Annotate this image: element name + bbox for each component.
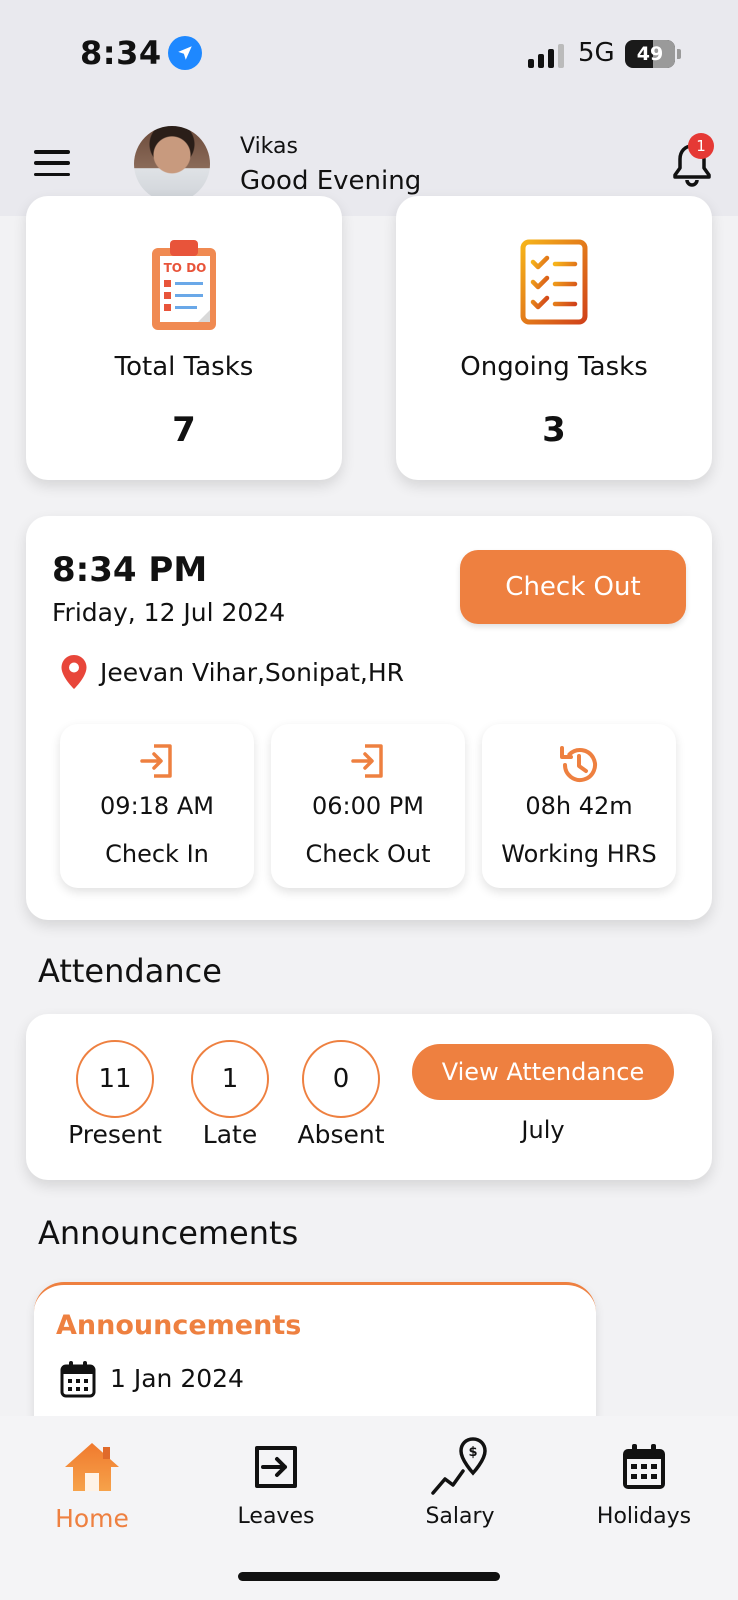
avatar[interactable] (134, 126, 210, 202)
attendance-month: July (521, 1116, 565, 1144)
announcements-section-title: Announcements (38, 1214, 299, 1252)
user-name: Vikas (240, 134, 298, 159)
check-in-stat: 09:18 AM Check In (60, 724, 254, 888)
battery-level: 49 (636, 43, 664, 65)
check-in-label: Check In (105, 840, 209, 868)
salary-icon: $ (431, 1437, 487, 1495)
calendar-icon (60, 1361, 96, 1398)
login-icon (140, 744, 172, 778)
top-header: 8:34 5G 49 Vikas Good Evening 1 (0, 0, 738, 216)
location-text: Jeevan Vihar,Sonipat,HR (100, 658, 404, 687)
announcement-card[interactable] (34, 1282, 596, 1422)
ongoing-tasks-value: 3 (542, 410, 566, 450)
working-hours-stat: 08h 42m Working HRS (482, 724, 676, 888)
svg-text:TO DO: TO DO (164, 261, 207, 275)
network-type: 5G (578, 38, 615, 68)
home-indicator (238, 1572, 500, 1581)
nav-holidays[interactable]: Holidays (552, 1432, 736, 1529)
current-date: Friday, 12 Jul 2024 (52, 598, 286, 627)
location-pin-icon (61, 655, 87, 689)
absent-count: 0 (302, 1040, 380, 1118)
late-count: 1 (191, 1040, 269, 1118)
total-tasks-label: Total Tasks (114, 352, 254, 382)
battery-tip (677, 49, 681, 59)
absent-label: Absent (297, 1120, 385, 1149)
nav-salary[interactable]: $ Salary (368, 1432, 552, 1529)
status-time-text: 8:34 (80, 34, 162, 72)
status-time: 8:34 (80, 34, 202, 72)
checklist-icon (520, 239, 588, 325)
present-count: 11 (76, 1040, 154, 1118)
ongoing-tasks-label: Ongoing Tasks (460, 352, 648, 382)
late-label: Late (202, 1120, 258, 1149)
check-out-stat: 06:00 PM Check Out (271, 724, 465, 888)
announcement-title: Announcements (56, 1310, 302, 1341)
notification-badge: 1 (688, 133, 714, 159)
logout-icon (351, 744, 383, 778)
working-hours-value: 08h 42m (525, 792, 633, 820)
signal-icon (528, 44, 564, 68)
check-in-time: 09:18 AM (100, 792, 214, 820)
total-tasks-value: 7 (172, 410, 196, 450)
nav-leaves-label: Leaves (237, 1504, 315, 1529)
working-hours-label: Working HRS (501, 840, 657, 868)
battery-icon: 49 (625, 40, 675, 68)
svg-text:$: $ (468, 1445, 477, 1460)
greeting: Good Evening (240, 166, 422, 196)
announcement-date: 1 Jan 2024 (110, 1364, 244, 1393)
todo-clipboard-icon: TO DO (152, 240, 216, 330)
nav-leaves[interactable]: Leaves (184, 1432, 368, 1529)
view-attendance-button[interactable]: View Attendance (412, 1044, 674, 1100)
nav-home-label: Home (55, 1504, 129, 1533)
nav-home[interactable]: Home (0, 1432, 184, 1533)
history-icon (560, 746, 597, 782)
check-out-time: 06:00 PM (312, 792, 424, 820)
menu-icon[interactable] (34, 150, 70, 176)
leaves-icon (255, 1446, 297, 1488)
holidays-calendar-icon (623, 1444, 665, 1489)
attendance-section-title: Attendance (38, 952, 222, 990)
check-out-label: Check Out (305, 840, 431, 868)
home-icon (65, 1443, 119, 1491)
location-arrow-icon (167, 36, 202, 70)
check-out-button[interactable]: Check Out (460, 550, 686, 624)
nav-holidays-label: Holidays (596, 1504, 692, 1529)
nav-salary-label: Salary (425, 1504, 495, 1529)
present-label: Present (68, 1120, 162, 1149)
current-time: 8:34 PM (52, 550, 208, 590)
